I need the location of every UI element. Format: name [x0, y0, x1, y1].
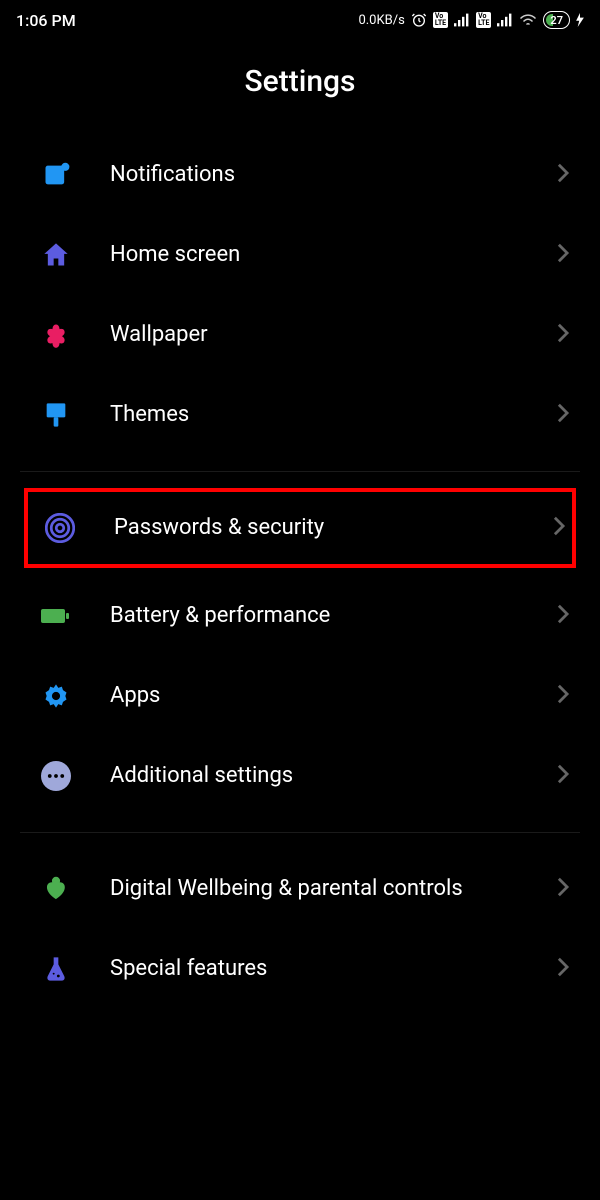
- chevron-right-icon: [556, 876, 570, 902]
- chevron-right-icon: [556, 402, 570, 428]
- status-time: 1:06 PM: [16, 11, 76, 30]
- status-right: 0.0KB/s VoLTE VoLTE 27: [358, 11, 584, 29]
- item-label: Digital Wellbeing & parental controls: [110, 875, 556, 904]
- volte-icon-2: VoLTE: [476, 12, 491, 28]
- chevron-right-icon: [556, 956, 570, 982]
- item-label: Battery & performance: [110, 602, 556, 631]
- chevron-right-icon: [552, 515, 566, 541]
- item-label: Themes: [110, 401, 556, 430]
- gear-icon: [40, 680, 72, 712]
- settings-item-wallpaper[interactable]: Wallpaper: [0, 295, 600, 375]
- item-label: Wallpaper: [110, 321, 556, 350]
- settings-item-battery[interactable]: Battery & performance: [0, 576, 600, 656]
- signal-icon-1: [454, 13, 470, 27]
- settings-item-wellbeing[interactable]: Digital Wellbeing & parental controls: [0, 849, 600, 929]
- divider: [20, 832, 580, 833]
- settings-item-additional[interactable]: Additional settings: [0, 736, 600, 816]
- settings-item-themes[interactable]: Themes: [0, 375, 600, 455]
- item-label: Apps: [110, 682, 556, 711]
- chevron-right-icon: [556, 322, 570, 348]
- settings-item-notifications[interactable]: Notifications: [0, 135, 600, 215]
- item-label: Notifications: [110, 161, 556, 190]
- item-label: Home screen: [110, 241, 556, 270]
- battery-icon: [40, 600, 72, 632]
- settings-item-apps[interactable]: Apps: [0, 656, 600, 736]
- settings-item-special[interactable]: Special features: [0, 929, 600, 1009]
- battery-indicator: 27: [543, 11, 570, 29]
- network-speed: 0.0KB/s: [358, 13, 404, 28]
- charging-icon: [576, 13, 584, 27]
- status-bar: 1:06 PM 0.0KB/s VoLTE VoLTE 27: [0, 0, 600, 40]
- dots-icon: [40, 760, 72, 792]
- divider: [20, 471, 580, 472]
- wifi-icon: [519, 13, 537, 27]
- chevron-right-icon: [556, 763, 570, 789]
- settings-list: Notifications Home screen Wallpaper Them…: [0, 135, 600, 1009]
- home-icon: [40, 239, 72, 271]
- chevron-right-icon: [556, 162, 570, 188]
- item-label: Special features: [110, 955, 556, 984]
- signal-icon-2: [497, 13, 513, 27]
- item-label: Additional settings: [110, 762, 556, 791]
- chevron-right-icon: [556, 603, 570, 629]
- flower-icon: [40, 319, 72, 351]
- volte-icon: VoLTE: [433, 12, 448, 28]
- chevron-right-icon: [556, 242, 570, 268]
- flask-icon: [40, 953, 72, 985]
- chevron-right-icon: [556, 683, 570, 709]
- settings-item-passwords-security[interactable]: Passwords & security: [24, 488, 576, 568]
- alarm-icon: [411, 12, 427, 28]
- page-title: Settings: [0, 40, 600, 135]
- heart-icon: [40, 873, 72, 905]
- settings-item-home-screen[interactable]: Home screen: [0, 215, 600, 295]
- brush-icon: [40, 399, 72, 431]
- notifications-icon: [40, 159, 72, 191]
- item-label: Passwords & security: [114, 514, 552, 543]
- fingerprint-icon: [44, 512, 76, 544]
